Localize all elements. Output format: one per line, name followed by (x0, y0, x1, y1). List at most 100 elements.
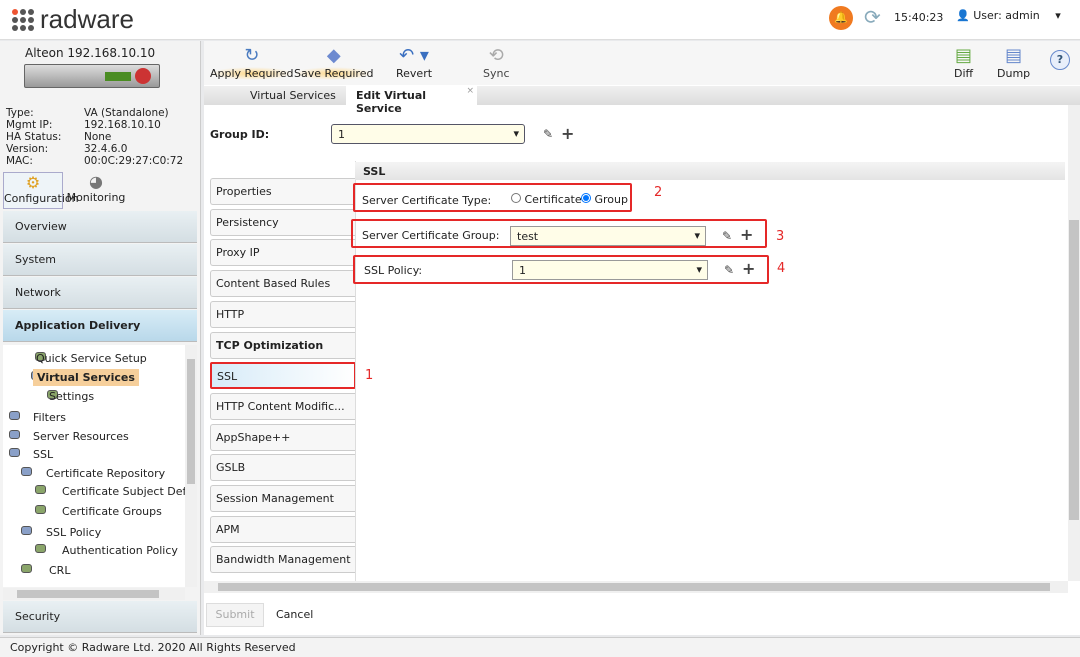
annotation-4: 4 (777, 261, 786, 276)
tree-item-label: CRL (49, 564, 71, 577)
close-icon[interactable]: × (466, 86, 474, 96)
nav-application-delivery[interactable]: Application Delivery (3, 310, 197, 342)
diff-button[interactable]: ▤ Diff (954, 45, 973, 80)
leaf-node-icon[interactable] (35, 505, 46, 514)
tree-item-label: Authentication Policy (62, 544, 178, 557)
mode-label: Monitoring (66, 191, 126, 204)
gear-icon: ⚙ (25, 173, 41, 192)
tree-item-label: Settings (49, 390, 95, 403)
side-tab[interactable]: APM (210, 515, 356, 543)
nav-security[interactable]: Security (3, 601, 197, 633)
dump-icon: ▤ (1005, 45, 1023, 66)
submit-button[interactable]: Submit (206, 603, 264, 627)
tree-item-label: Certificate Groups (62, 505, 162, 518)
clock: 15:40:23 (894, 11, 944, 24)
info-label: HA Status: (6, 131, 62, 143)
horizontal-scrollbar[interactable] (204, 581, 1068, 593)
nav-network[interactable]: Network (3, 277, 197, 309)
edit-icon[interactable]: ✎ (722, 229, 732, 243)
side-tab[interactable]: Content Based Rules (210, 270, 356, 298)
side-tab[interactable]: HTTP (210, 300, 356, 328)
side-tab[interactable]: Session Management (210, 485, 356, 512)
leaf-node-icon[interactable] (35, 544, 46, 553)
tab-virtual-services[interactable]: Virtual Services (250, 89, 336, 102)
cancel-button[interactable]: Cancel (276, 608, 313, 621)
side-tab[interactable]: SSL (210, 362, 356, 390)
add-icon[interactable]: + (742, 259, 755, 278)
folder-node-icon[interactable] (21, 467, 32, 476)
side-tab[interactable]: GSLB (210, 454, 356, 482)
side-tab[interactable]: TCP Optimization (210, 331, 356, 359)
sync-label: Sync (483, 67, 510, 80)
info-value: 32.4.6.0 (84, 143, 128, 155)
info-value: 00:0C:29:27:C0:72 (84, 155, 184, 167)
ssl-section-title: SSL (355, 162, 1065, 180)
tree-item-label: SSL Policy (46, 526, 102, 539)
save-label: Save Required (294, 67, 374, 80)
info-value: None (84, 131, 112, 143)
revert-button[interactable]: ↶ ▾ Revert (396, 45, 432, 80)
info-label: MAC: (6, 155, 33, 167)
chevron-down-icon: ▾ (1055, 9, 1061, 22)
sync-icon: ⟲ (488, 45, 504, 66)
info-value: 192.168.10.10 (84, 119, 161, 131)
ssl-policy-select[interactable]: 1 (512, 260, 708, 280)
nav-overview[interactable]: Overview (3, 211, 197, 243)
diff-label: Diff (954, 67, 974, 80)
tree-item-label: Quick Service Setup (36, 352, 147, 365)
side-tab[interactable]: AppShape++ (210, 423, 356, 451)
edit-icon[interactable]: ✎ (543, 127, 553, 141)
apply-label: Apply Required (210, 67, 294, 80)
folder-node-icon[interactable] (9, 448, 20, 457)
group-id-select[interactable]: 1 (331, 124, 525, 144)
radio-group[interactable]: Group (581, 193, 628, 206)
mode-configuration[interactable]: ⚙ Configuration (3, 172, 79, 209)
leaf-node-icon[interactable] (21, 564, 32, 573)
vertical-scrollbar[interactable] (1068, 105, 1080, 581)
tree-item-label: SSL (33, 448, 54, 461)
side-tab[interactable]: Bandwidth Management (210, 546, 356, 574)
side-tab[interactable]: Properties (210, 178, 356, 205)
footer: Copyright © Radware Ltd. 2020 All Rights… (0, 637, 1080, 657)
folder-node-icon[interactable] (9, 411, 20, 420)
side-tab[interactable]: Persistency (210, 208, 356, 236)
brand-name: radware (40, 4, 134, 34)
side-tab[interactable]: Proxy IP (210, 239, 356, 267)
sync-button[interactable]: ⟲ Sync (483, 45, 510, 80)
device-image (24, 64, 160, 88)
nav-system[interactable]: System (3, 244, 197, 276)
refresh-icon[interactable]: ⟳ (864, 5, 881, 29)
tree-item-label: Certificate Subject Defaul (62, 485, 185, 498)
tab-edit-virtual-service[interactable]: Edit Virtual Service × (346, 86, 477, 115)
folder-node-icon[interactable] (9, 430, 20, 439)
info-label: Type: (6, 107, 34, 119)
notification-icon[interactable]: 🔔 (829, 6, 853, 30)
mode-monitoring[interactable]: ◕ Monitoring (66, 172, 126, 209)
add-icon[interactable]: + (740, 225, 753, 244)
tree-item-label: Server Resources (33, 430, 129, 443)
device-name: Alteon 192.168.10.10 (25, 46, 156, 60)
side-tab[interactable]: HTTP Content Modific... (210, 392, 356, 420)
leaf-node-icon[interactable] (35, 485, 46, 494)
save-button[interactable]: ◆ Save Required (294, 45, 374, 80)
server-certificate-group-select[interactable]: test (510, 226, 706, 246)
dump-label: Dump (997, 67, 1031, 80)
nav-tree: Quick Service Setup Virtual Services Setti… (3, 345, 185, 587)
help-button[interactable]: ? (1050, 50, 1070, 70)
header: radware 🔔 ⟳ 15:40:23 👤 User: admin ▾ (0, 0, 1080, 40)
radio-certificate[interactable]: Certificate (511, 193, 582, 206)
radio-label: Group (594, 193, 629, 206)
tree-item-label: Virtual Services (33, 369, 139, 386)
apply-button[interactable]: ↻ Apply Required (210, 45, 294, 80)
add-icon[interactable]: + (561, 124, 574, 143)
tree-item-label: Filters (33, 411, 66, 424)
edit-icon[interactable]: ✎ (724, 263, 734, 277)
left-panel: Alteon 192.168.10.10 Type: VA (Standalone… (0, 41, 201, 635)
user-menu[interactable]: 👤 User: admin ▾ (956, 9, 1061, 22)
folder-node-icon[interactable] (21, 526, 32, 535)
diff-icon: ▤ (955, 45, 973, 66)
tree-vertical-scrollbar[interactable] (185, 345, 197, 587)
revert-label: Revert (396, 67, 433, 80)
dump-button[interactable]: ▤ Dump (997, 45, 1030, 80)
tree-horizontal-scrollbar[interactable] (3, 588, 185, 600)
